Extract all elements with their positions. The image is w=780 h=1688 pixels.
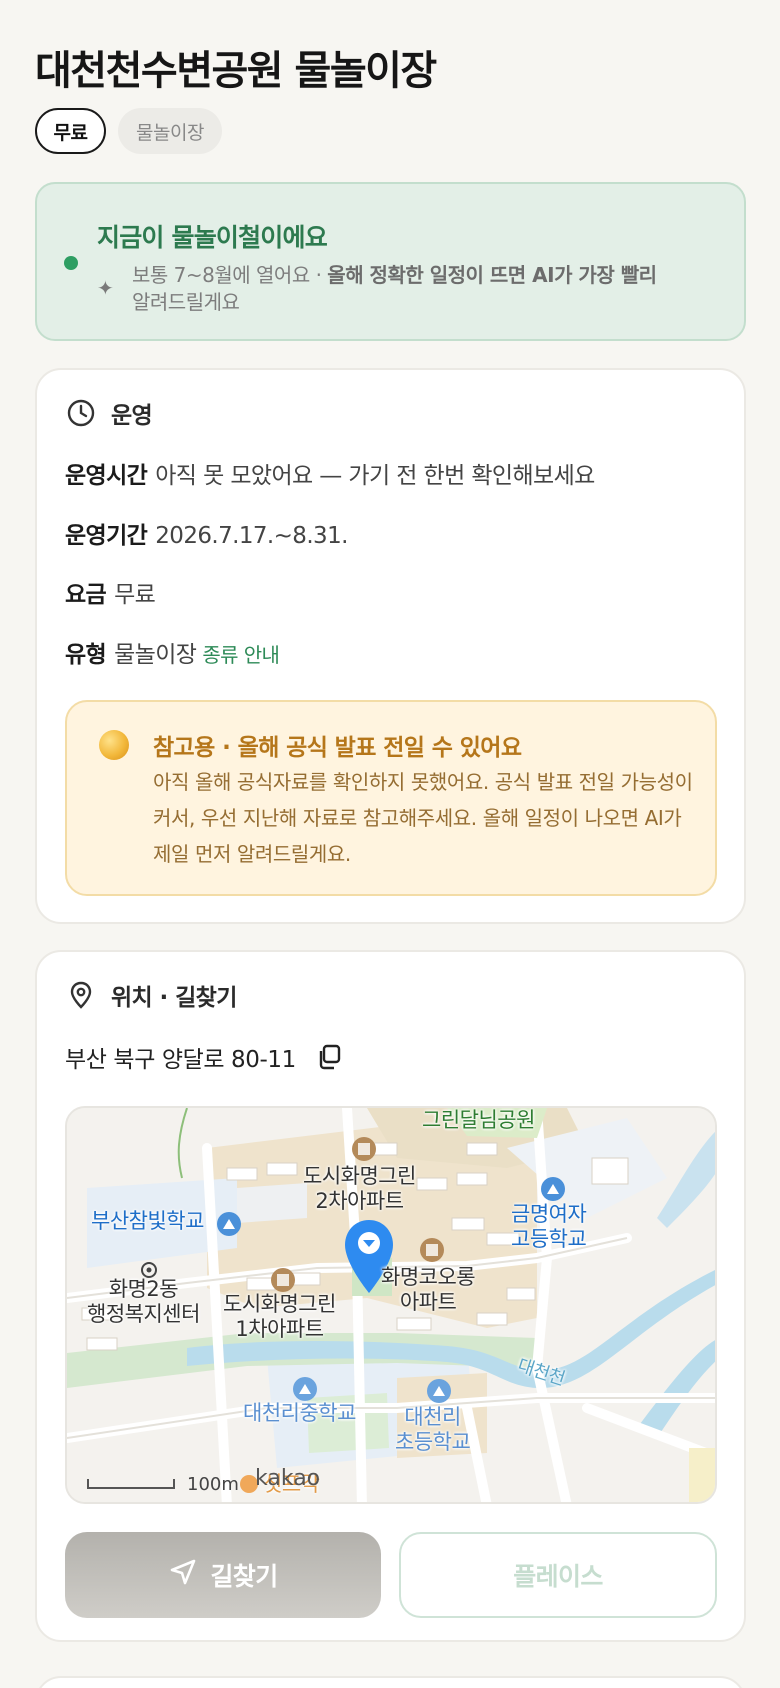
map-label-elem-school: 대천리 초등학교 [395,1405,471,1455]
map-label-apt1-l2: 1차아파트 [235,1317,324,1341]
clock-icon [65,397,97,429]
sparkle-icon: ✦ [97,276,114,300]
hours-value: 아직 못 모았어요 — 가기 전 한번 확인해보세요 [155,463,595,489]
map-label-center-l1: 화명2동 [108,1277,179,1301]
season-text-tail: 알려드릴게요 [132,290,240,314]
map-label-kolon-l1: 화명코오롱 [381,1265,476,1289]
place-button[interactable]: 플레이스 [399,1532,717,1618]
period-row: 운영기간 2026.7.17.~8.31. [65,516,348,550]
map-brand-logo: kakao [255,1466,321,1491]
price-chip[interactable]: 무료 [35,108,106,154]
directions-button[interactable]: 길찾기 [65,1532,381,1618]
navigation-arrow-icon [168,1557,198,1593]
map-label-middle-school: 대천리중학교 [243,1401,356,1425]
map-scale-label: 100m [187,1474,239,1495]
moon-coin-icon [99,730,129,760]
season-description: 보통 7~8월에 열어요 · 올해 정확한 일정이 뜨면 AI가 가장 빨리 알… [132,262,732,316]
type-chip[interactable]: 물놀이장 [118,108,222,154]
operation-heading: 운영 [65,396,153,430]
map-label-apt1-l1: 도시화명그린 [223,1292,336,1316]
map-label-apt1: 도시화명그린 1차아파트 [223,1292,336,1342]
place-button-label: 플레이스 [513,1562,603,1591]
fee-row: 요금 무료 [65,575,156,609]
map-label-elem-l1: 대천리 [404,1405,461,1429]
type-row: 유형 물놀이장 종류 안내 [65,635,280,669]
hours-key: 운영시간 [65,463,148,489]
hours-row: 운영시간 아직 못 모았어요 — 가기 전 한번 확인해보세요 [65,456,595,490]
type-guide-link[interactable]: 종류 안내 [202,643,280,667]
address-text: 부산 북구 양달로 80-11 [65,1047,296,1073]
next-card [35,1676,746,1688]
directions-button-label: 길찾기 [210,1562,278,1591]
operation-heading-label: 운영 [111,403,153,429]
map-label-center-l2: 행정복지센터 [87,1302,200,1326]
map-label-girls-school: 금명여자 고등학교 [511,1202,587,1252]
map-scale-bar [87,1479,175,1489]
map-label-center: 화명2동 행정복지센터 [87,1277,200,1327]
notice-body: 아직 올해 공식자료를 확인하지 못했어요. 공식 발표 전일 가능성이 커서,… [153,770,693,866]
map-label-girls-l1: 금명여자 [511,1202,587,1226]
type-value: 물놀이장 [114,642,197,668]
season-text-plain: 보통 7~8월에 열어요 · [132,263,328,287]
page: 대천천수변공원 물놀이장 무료 물놀이장 지금이 물놀이철이에요 ✦ 보통 7~… [0,0,780,1688]
status-dot-icon [64,256,78,270]
type-key: 유형 [65,642,107,668]
map-label-park: 그린달님공원 [422,1108,535,1132]
operation-card: 운영 운영시간 아직 못 모았어요 — 가기 전 한번 확인해보세요 운영기간 20… [35,368,746,924]
notice-title: 참고용 · 올해 공식 발표 전일 수 있어요 [153,735,522,761]
map-label-apt2-l2: 2차아파트 [315,1189,404,1213]
map-label-elem-l2: 초등학교 [395,1430,471,1454]
map-label-apt2-l1: 도시화명그린 [303,1164,416,1188]
map-view[interactable]: 그린달님공원 도시화명그린 2차아파트 부산참빛학교 금명여자 고등학교 화명2동 행… [65,1106,717,1504]
fee-key: 요금 [65,582,107,608]
map-label-kolon: 화명코오롱 아파트 [381,1265,476,1315]
season-banner: 지금이 물놀이철이에요 ✦ 보통 7~8월에 열어요 · 올해 정확한 일정이 … [35,182,746,341]
map-label-school1: 부산참빛학교 [91,1209,204,1233]
page-title: 대천천수변공원 물놀이장 [35,48,437,94]
location-card: 위치 · 길찾기 부산 북구 양달로 80-11 그린달님공원 도시화명그린 2… [35,950,746,1642]
copy-icon[interactable] [314,1042,344,1072]
map-label-apt2: 도시화명그린 2차아파트 [303,1164,416,1214]
address-row: 부산 북구 양달로 80-11 [65,1040,344,1074]
map-label-girls-l2: 고등학교 [511,1227,587,1251]
location-pin-icon [65,979,97,1011]
location-heading-label: 위치 · 길찾기 [111,985,237,1011]
period-value: 2026.7.17.~8.31. [155,523,348,549]
reference-notice: 참고용 · 올해 공식 발표 전일 수 있어요 아직 올해 공식자료를 확인하지… [65,700,717,896]
season-title: 지금이 물놀이철이에요 [97,223,328,252]
location-heading: 위치 · 길찾기 [65,978,237,1012]
fee-value: 무료 [114,582,156,608]
map-label-kolon-l2: 아파트 [399,1290,457,1314]
season-text-bold: 올해 정확한 일정이 뜨면 AI가 가장 빨리 [327,263,657,287]
period-key: 운영기간 [65,523,148,549]
